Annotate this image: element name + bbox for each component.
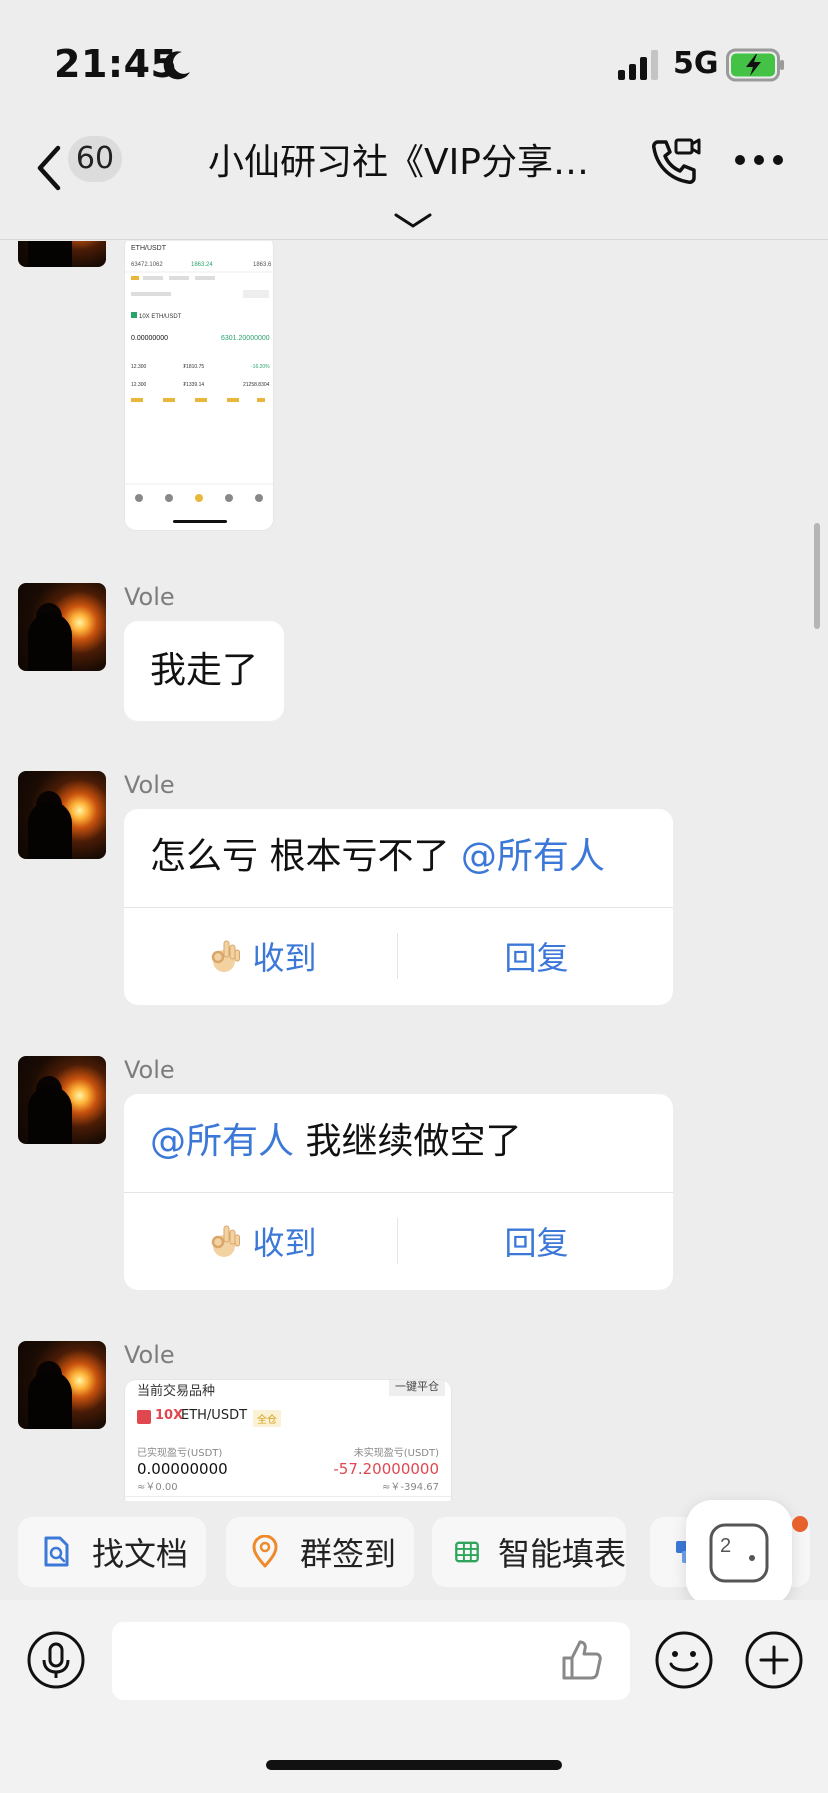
img-unrealized-value: -57.20000000 [333,1460,439,1478]
reply-button[interactable]: 回复 [400,1192,673,1290]
img-leverage: 10X [155,1408,184,1423]
plus-icon[interactable] [744,1630,804,1690]
voice-input-icon[interactable] [26,1630,86,1690]
scrollbar[interactable] [814,523,820,629]
acknowledge-button[interactable]: 收到 [124,907,397,1005]
emoji-icon[interactable] [654,1630,714,1690]
message-text: 怎么亏 根本亏不了 [150,836,450,877]
svg-text:₮1339.14: ₮1339.14 [183,382,204,388]
mention-all-link[interactable]: @所有人 [461,836,605,877]
voice-video-call-icon[interactable] [646,134,702,190]
group-notice-card[interactable]: @所有人 我继续做空了 收到 回复 [124,1094,673,1290]
notification-dot [792,1516,808,1532]
group-checkin-button[interactable]: 群签到 [226,1517,414,1587]
svg-text:ETH/USDT: ETH/USDT [131,245,167,252]
image-message[interactable]: ETH/USDT 63472.1062 1863.24 1863.6 10X E… [124,241,274,531]
svg-text:2: 2 [720,1535,731,1557]
table-icon [455,1541,479,1563]
thumbs-up-icon[interactable] [558,1636,606,1684]
avatar[interactable] [18,1056,106,1144]
mention-all-link[interactable]: @所有人 [150,1121,294,1162]
notice-text: @所有人 我继续做空了 [150,1118,521,1166]
svg-text:1863.24: 1863.24 [191,262,213,268]
group-notice-card[interactable]: 怎么亏 根本亏不了 @所有人 收到 回复 [124,809,673,1005]
chat-title[interactable]: 小仙研习社《VIP分享… [208,138,628,188]
tool-label: 找文档 [92,1535,189,1573]
text-message-bubble[interactable]: 我走了 [124,621,285,721]
signal-icon [618,50,658,80]
status-time: 21:45 [54,42,178,86]
short-icon [137,1410,151,1424]
input-bar [0,1600,828,1793]
assistant-icon: 2 [709,1523,769,1583]
message-text: 我走了 [150,650,259,691]
sender-name: Vole [124,771,175,799]
img-unrealized-cny: ≈￥-394.67 [382,1482,439,1493]
img-realized-label: 已实现盈亏(USDT) [137,1448,223,1459]
tool-label: 智能填表 [497,1535,626,1573]
img-unrealized-label: 未实现盈亏(USDT) [353,1448,439,1459]
back-arrow-icon[interactable] [30,138,70,198]
reply-button[interactable]: 回复 [400,907,673,1005]
find-docs-button[interactable]: 找文档 [18,1517,206,1587]
network-label: 5G [673,46,719,81]
svg-text:-16.20%: -16.20% [251,364,270,370]
divider [397,933,398,979]
avatar[interactable] [18,241,106,267]
avatar[interactable] [18,1341,106,1429]
ok-hand-icon [212,940,241,972]
reply-label: 回复 [504,1224,569,1262]
sender-name: Vole [124,583,175,611]
svg-text:0.00000000: 0.00000000 [131,335,168,342]
message-input[interactable] [112,1622,630,1700]
avatar[interactable] [18,583,106,671]
acknowledge-button[interactable]: 收到 [124,1192,397,1290]
img-header: 当前交易品种 [137,1384,216,1399]
avatar[interactable] [18,771,106,859]
battery-charging-icon [726,48,784,82]
svg-text:₮1810.75: ₮1810.75 [183,364,204,370]
sender-name: Vole [124,1056,175,1084]
more-options-icon[interactable] [734,148,784,172]
sender-name: Vole [124,1341,175,1369]
moon-icon [163,51,190,80]
acknowledge-label: 收到 [252,939,317,977]
trading-screenshot-image: ETH/USDT 63472.1062 1863.24 1863.6 10X E… [125,241,273,530]
divider [397,1218,398,1264]
location-pin-icon [252,1535,278,1568]
svg-text:21258.8304: 21258.8304 [243,382,270,388]
message-list[interactable]: ETH/USDT 63472.1062 1863.24 1863.6 10X E… [0,241,828,1501]
doc-search-icon [44,1536,69,1567]
svg-text:12.300: 12.300 [131,382,147,388]
tool-label: 群签到 [300,1535,397,1573]
img-pair: ETH/USDT [181,1408,248,1423]
message-text: 我继续做空了 [305,1121,522,1162]
chat-header: 60 小仙研习社《VIP分享… [0,120,828,240]
svg-text:1863.6: 1863.6 [253,262,272,268]
divider [125,1496,451,1497]
ok-hand-icon [212,1225,241,1257]
floating-assistant-button[interactable]: 2 [686,1500,792,1606]
img-realized-cny: ≈￥0.00 [137,1482,178,1493]
img-realized-value: 0.00000000 [137,1460,228,1478]
notice-text: 怎么亏 根本亏不了 @所有人 [150,833,605,881]
smart-form-button[interactable]: 智能填表 [432,1517,626,1587]
unread-count-badge[interactable]: 60 [68,136,122,182]
svg-text:63472.1062: 63472.1062 [131,262,163,268]
status-bar: 21:45 5G [0,0,828,120]
image-message[interactable]: 当前交易品种 一键平仓 10X ETH/USDT 全仓 已实现盈亏(USDT) … [124,1379,452,1501]
svg-text:6301.20000000: 6301.20000000 [221,335,270,342]
home-indicator[interactable] [266,1760,562,1770]
reply-label: 回复 [504,939,569,977]
img-close-all: 一键平仓 [389,1380,445,1396]
acknowledge-label: 收到 [252,1224,317,1262]
svg-text:10X ETH/USDT: 10X ETH/USDT [139,314,182,320]
svg-text:12.300: 12.300 [131,364,147,370]
chevron-down-icon[interactable] [394,212,432,230]
img-margin-mode: 全仓 [253,1410,281,1427]
